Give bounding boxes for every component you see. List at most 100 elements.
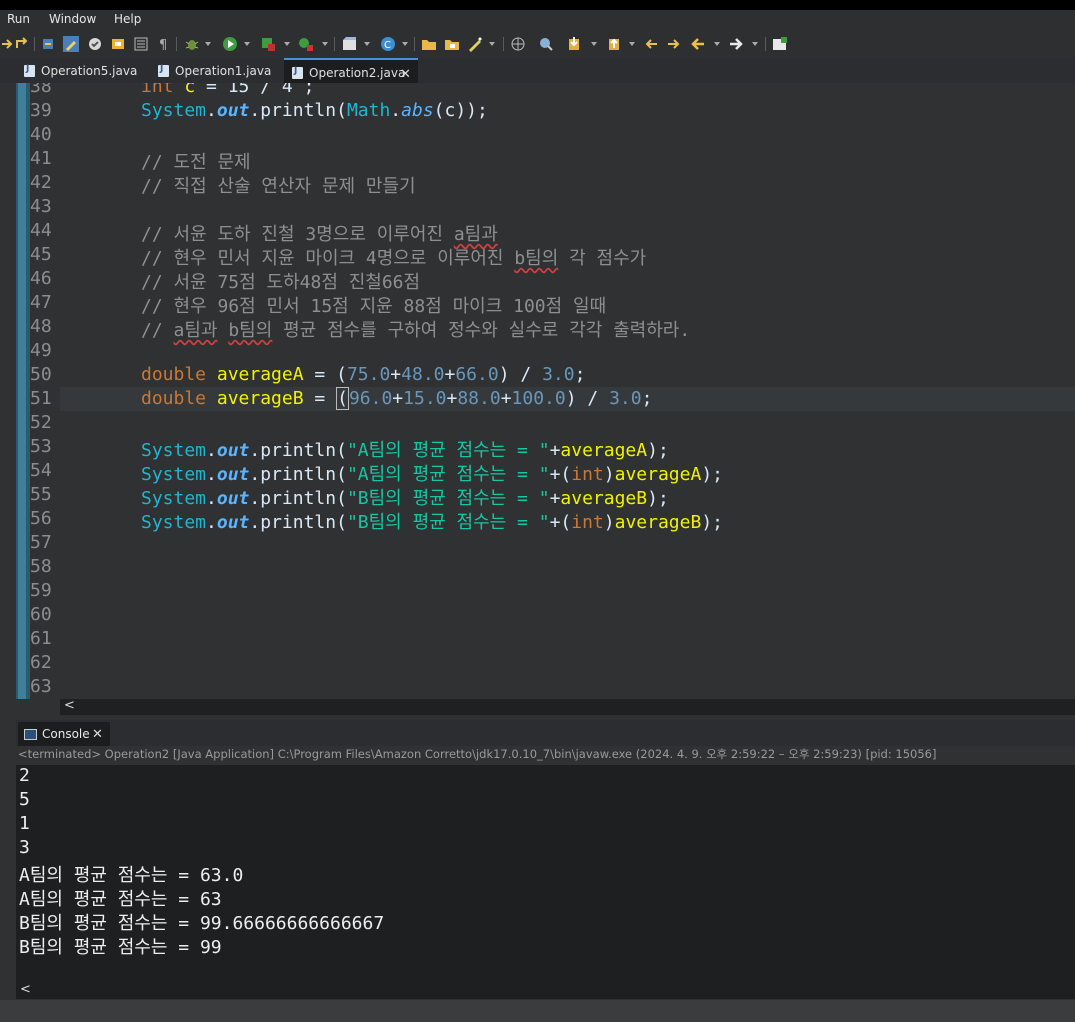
line-number: 41: [30, 148, 52, 169]
open-task-icon[interactable]: [444, 36, 460, 52]
debug-dropdown-icon[interactable]: [205, 42, 211, 46]
coverage-icon[interactable]: [260, 36, 276, 52]
next-edit-dropdown-icon[interactable]: [591, 42, 597, 46]
code-text: ): [603, 512, 615, 533]
static-field: out: [216, 464, 250, 485]
comment-line: // 도전 문제: [141, 152, 251, 173]
search-icon[interactable]: [467, 36, 483, 52]
line-number: 47: [30, 292, 52, 313]
window-top-edge: [0, 0, 1075, 10]
new-java-project-icon[interactable]: [342, 36, 358, 52]
highlight-pen-icon[interactable]: [63, 36, 79, 52]
line-number: 57: [30, 532, 52, 553]
line-number: 59: [30, 580, 52, 601]
line-number: 54: [30, 460, 52, 481]
type-name: System: [141, 488, 207, 509]
code-text: +: [549, 440, 561, 461]
code-text: +(: [549, 512, 572, 533]
spelling-error[interactable]: a팀과: [454, 224, 498, 245]
code-text: );: [647, 440, 669, 461]
toolbar-separator: [334, 37, 335, 51]
variable: averageA: [614, 464, 702, 485]
keyword: int: [141, 83, 174, 97]
console-output-line: 3: [19, 837, 30, 858]
show-whitespace-icon[interactable]: ¶: [156, 36, 172, 52]
open-type-icon[interactable]: [421, 36, 437, 52]
spelling-error[interactable]: b팀의: [228, 320, 272, 341]
number: 75.0: [346, 364, 391, 385]
console-output[interactable]: 2 5 1 3 A팀의 평균 점수는 = 63.0 A팀의 평균 점수는 = 6…: [16, 765, 1075, 983]
prev-edit-dropdown-icon[interactable]: [629, 42, 635, 46]
scroll-left-icon[interactable]: <: [64, 698, 75, 713]
variable: averageA: [560, 440, 648, 461]
code-text: .println(: [249, 512, 347, 533]
svg-text:¶: ¶: [159, 38, 167, 52]
console-horizontal-scrollbar[interactable]: <: [16, 982, 1075, 999]
web-browser-icon[interactable]: [538, 36, 554, 52]
new-class-icon[interactable]: C: [380, 36, 396, 52]
scroll-left-icon[interactable]: <: [20, 982, 31, 997]
external-tools-icon[interactable]: [298, 36, 314, 52]
back-icon[interactable]: [690, 36, 706, 52]
new-class-dropdown-icon[interactable]: [402, 42, 408, 46]
console-output-line: B팀의 평균 점수는 = 99: [19, 937, 222, 958]
outline-icon[interactable]: [133, 36, 149, 52]
code-editor[interactable]: 38 39 40 41 42 43 44 45 46 47 48 49 50 5…: [0, 83, 1075, 699]
editor-horizontal-scrollbar[interactable]: <: [60, 698, 1075, 715]
code-text: .println(: [249, 440, 347, 461]
forward-icon[interactable]: [728, 36, 744, 52]
prev-annotation-icon[interactable]: [14, 36, 30, 52]
prev-edit-location-icon[interactable]: [607, 36, 623, 52]
menu-help[interactable]: Help: [114, 12, 141, 26]
open-perspective-icon[interactable]: [772, 36, 788, 52]
search-dropdown-icon[interactable]: [489, 42, 495, 46]
globe-icon[interactable]: [510, 36, 526, 52]
line-number: 38: [30, 83, 52, 97]
close-icon[interactable]: ✕: [92, 727, 103, 742]
pin-icon[interactable]: [40, 36, 56, 52]
code-line-39: System.out.println(Math.abs(c));: [141, 100, 488, 121]
back-dropdown-icon[interactable]: [714, 42, 720, 46]
static-field: out: [216, 512, 250, 533]
last-edit-icon[interactable]: [643, 36, 659, 52]
tab-console[interactable]: Console ✕: [18, 722, 110, 746]
variable: averageA: [206, 364, 304, 385]
code-text: .println(: [249, 100, 347, 121]
type-name: System: [141, 100, 207, 121]
code-text: );: [647, 488, 669, 509]
menu-window[interactable]: Window: [49, 12, 96, 26]
run-dropdown-icon[interactable]: [244, 42, 250, 46]
type-name: Math: [346, 100, 391, 121]
code-text: ): [603, 464, 615, 485]
new-project-dropdown-icon[interactable]: [364, 42, 370, 46]
external-tools-dropdown-icon[interactable]: [322, 42, 328, 46]
comment-text: [217, 320, 228, 341]
number: 15.0: [403, 388, 447, 409]
next-edit-location-icon[interactable]: [567, 36, 583, 52]
variable: c: [173, 83, 196, 97]
tab-operation1[interactable]: Operation1.java: [158, 60, 278, 82]
bookmark-icon[interactable]: [110, 36, 126, 52]
tab-operation2[interactable]: Operation2.java ✕: [284, 58, 418, 84]
code-text: .println(: [249, 464, 347, 485]
console-tab-bar: Console ✕: [16, 720, 1075, 746]
tab-operation5[interactable]: Operation5.java: [24, 60, 144, 82]
console-left-strip: [0, 715, 16, 1000]
debug-icon[interactable]: [184, 36, 200, 52]
code-text: =: [303, 388, 337, 409]
toolbar: ¶ C: [0, 30, 1075, 58]
coverage-dropdown-icon[interactable]: [284, 42, 290, 46]
line-number: 55: [30, 484, 52, 505]
close-icon[interactable]: ✕: [400, 67, 411, 82]
java-file-icon: [24, 64, 35, 77]
spelling-error[interactable]: a팀과: [174, 320, 218, 341]
number: 100.0: [511, 388, 566, 409]
next-edit-icon[interactable]: [666, 36, 682, 52]
forward-dropdown-icon[interactable]: [752, 42, 758, 46]
run-icon[interactable]: [222, 36, 238, 52]
task-icon[interactable]: [87, 36, 103, 52]
number: 3.0: [609, 388, 642, 409]
java-file-icon: [158, 64, 169, 77]
spelling-error[interactable]: b팀의: [514, 248, 558, 269]
menu-run[interactable]: Run: [7, 12, 30, 26]
